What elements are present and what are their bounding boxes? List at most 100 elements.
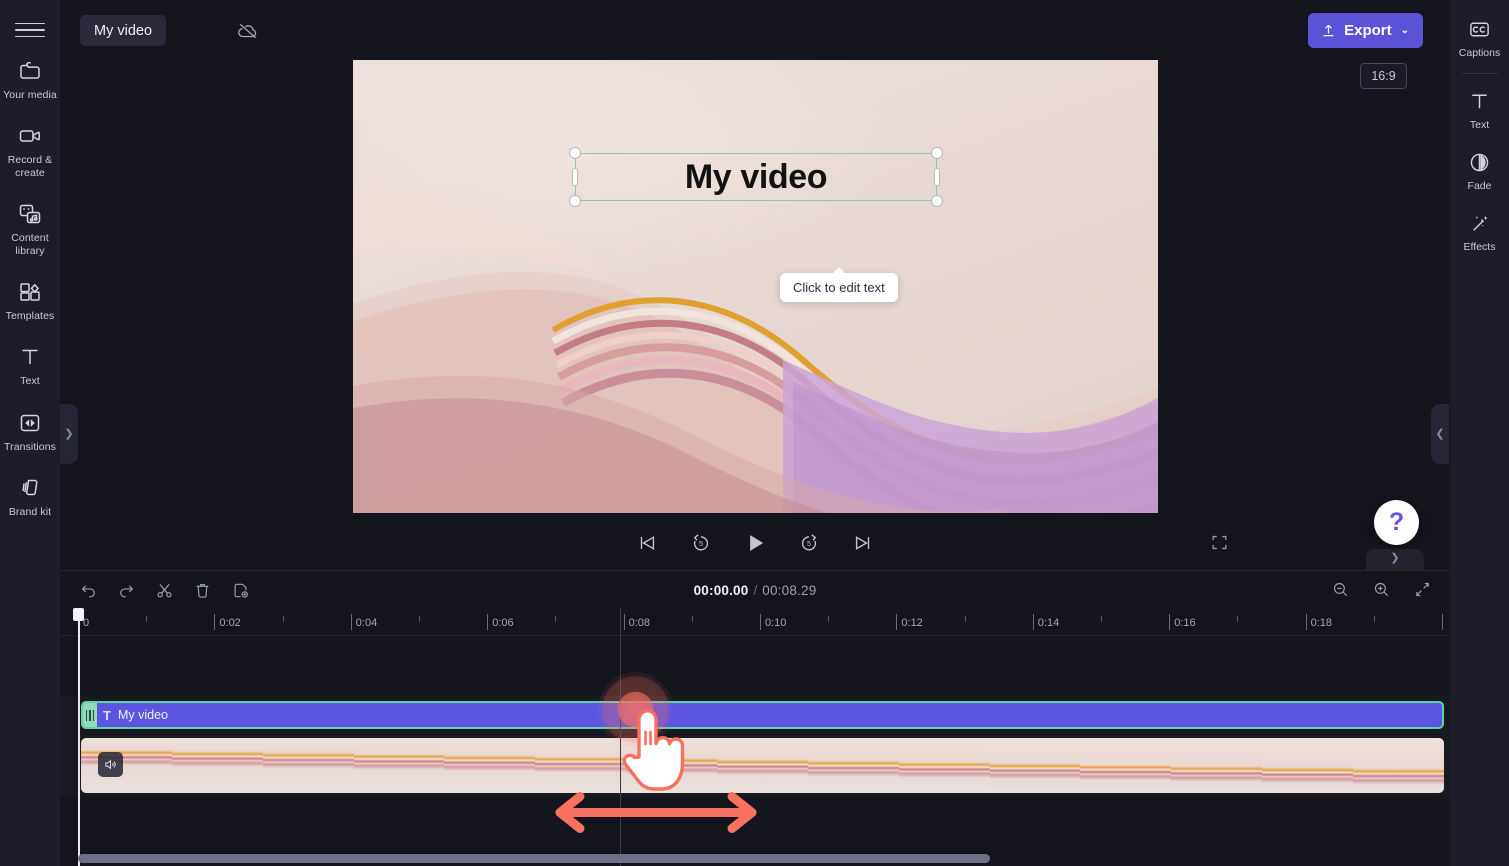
chevron-left-icon: ❮ bbox=[1435, 427, 1445, 440]
timeline-playhead[interactable] bbox=[73, 608, 84, 866]
timeline-clip-text[interactable]: T My video bbox=[81, 701, 1444, 729]
right-item-label: Text bbox=[1469, 119, 1490, 131]
timeline-zoom-controls bbox=[1327, 576, 1436, 603]
time-separator: / bbox=[753, 582, 758, 598]
panel-collapse-chevron[interactable]: ❯ bbox=[1366, 549, 1424, 571]
resize-handle-right[interactable] bbox=[934, 168, 940, 186]
playhead-handle[interactable] bbox=[73, 608, 84, 621]
edit-text-tooltip: Click to edit text bbox=[780, 267, 898, 302]
rewind-5-button[interactable]: 5 bbox=[684, 526, 718, 560]
clip-thumbnail bbox=[1353, 738, 1444, 793]
text-overlay-content: My video bbox=[684, 157, 828, 196]
sidebar-item-content-library[interactable]: Content library bbox=[0, 193, 60, 263]
resize-handle-bottom-left[interactable] bbox=[569, 195, 581, 207]
sidebar-item-label: Transitions bbox=[3, 440, 57, 453]
fit-screen-icon bbox=[1416, 582, 1429, 597]
resize-handle-left[interactable] bbox=[572, 168, 578, 186]
delete-button[interactable] bbox=[189, 577, 216, 604]
right-item-text[interactable]: Text bbox=[1450, 78, 1509, 139]
svg-text:5: 5 bbox=[806, 539, 810, 548]
clip-thumbnail bbox=[171, 738, 263, 793]
clip-thumbnails bbox=[81, 738, 1444, 793]
right-panel-collapse-toggle[interactable]: ❮ bbox=[1431, 404, 1449, 464]
upload-icon bbox=[1323, 24, 1334, 37]
zoom-out-button[interactable] bbox=[1327, 576, 1354, 603]
top-toolbar: My video Export ⌄ bbox=[60, 0, 1450, 60]
sidebar-item-transitions[interactable]: Transitions bbox=[0, 402, 60, 459]
split-button[interactable] bbox=[151, 577, 178, 604]
divider bbox=[1461, 73, 1498, 74]
brand-kit-icon bbox=[17, 475, 43, 501]
right-sidebar: Captions Text Fade Effects bbox=[1450, 0, 1509, 866]
text-overlay-selection[interactable]: My video bbox=[569, 147, 943, 207]
clip-thumbnail bbox=[1171, 738, 1263, 793]
duplicate-button[interactable] bbox=[227, 577, 254, 604]
text-t-icon bbox=[1467, 88, 1493, 114]
fullscreen-button[interactable] bbox=[1202, 525, 1236, 559]
chevron-down-icon: ⌄ bbox=[1400, 25, 1409, 36]
clip-thumbnail bbox=[444, 738, 536, 793]
clip-thumbnail bbox=[1080, 738, 1172, 793]
play-icon bbox=[749, 534, 763, 551]
help-button[interactable]: ? bbox=[1374, 500, 1419, 545]
play-button[interactable] bbox=[738, 526, 772, 560]
clip-thumbnail bbox=[262, 738, 354, 793]
content-library-icon bbox=[17, 201, 43, 227]
total-time: 00:08.29 bbox=[762, 582, 817, 598]
speaker-icon bbox=[105, 759, 116, 770]
left-panel-collapse-toggle[interactable]: ❯ bbox=[60, 404, 78, 464]
resize-handle-top-right[interactable] bbox=[931, 147, 943, 159]
skip-to-end-button[interactable] bbox=[846, 526, 880, 560]
video-canvas[interactable]: My video bbox=[353, 60, 1158, 513]
clip-thumbnail bbox=[807, 738, 899, 793]
redo-button[interactable] bbox=[113, 577, 140, 604]
sidebar-item-label: Templates bbox=[5, 309, 55, 322]
sidebar-item-templates[interactable]: Templates bbox=[0, 271, 60, 328]
sidebar-item-brand-kit[interactable]: Brand kit bbox=[0, 467, 60, 524]
resize-handle-bottom-right[interactable] bbox=[931, 195, 943, 207]
clip-thumbnail bbox=[898, 738, 990, 793]
fit-to-screen-button[interactable] bbox=[1409, 576, 1436, 603]
chevron-right-icon: ❯ bbox=[64, 427, 74, 440]
clip-thumbnail bbox=[1262, 738, 1354, 793]
sidebar-item-text[interactable]: Text bbox=[0, 336, 60, 393]
clip-thumbnail bbox=[353, 738, 445, 793]
zoom-in-button[interactable] bbox=[1368, 576, 1395, 603]
right-item-fade[interactable]: Fade bbox=[1450, 139, 1509, 200]
trash-icon bbox=[196, 584, 209, 598]
player-controls: 5 5 bbox=[78, 520, 1431, 565]
svg-text:5: 5 bbox=[698, 539, 702, 548]
undo-button[interactable] bbox=[75, 577, 102, 604]
hamburger-icon[interactable] bbox=[15, 18, 45, 42]
timeline-horizontal-scrollbar[interactable] bbox=[78, 854, 990, 863]
sidebar-item-label: Record & create bbox=[7, 154, 53, 179]
skip-to-start-button[interactable] bbox=[630, 526, 664, 560]
right-item-captions[interactable]: Captions bbox=[1450, 6, 1509, 67]
project-title[interactable]: My video bbox=[80, 15, 167, 46]
forward-5-icon: 5 bbox=[801, 533, 816, 550]
forward-5-button[interactable]: 5 bbox=[792, 526, 826, 560]
fade-circle-icon bbox=[1467, 149, 1493, 175]
right-item-effects[interactable]: Effects bbox=[1450, 200, 1509, 261]
time-display: 00:00.00 / 00:08.29 bbox=[60, 571, 1450, 609]
sidebar-item-label: Content library bbox=[11, 232, 49, 257]
right-item-label: Fade bbox=[1467, 180, 1492, 192]
clip-trim-handle-left[interactable] bbox=[83, 703, 97, 727]
clip-volume-button[interactable] bbox=[98, 752, 123, 777]
aspect-ratio-badge[interactable]: 16:9 bbox=[1360, 63, 1407, 89]
decorative-wave-graphic bbox=[353, 60, 1158, 513]
resize-handle-top-left[interactable] bbox=[569, 147, 581, 159]
clip-label: My video bbox=[117, 708, 168, 722]
timeline[interactable]: 0 0:02 0:04 0:06 0:08 0:10 0:12 0:14 0:16 0:18 T … bbox=[60, 608, 1450, 866]
cloud-offline-icon[interactable] bbox=[230, 15, 266, 46]
export-button[interactable]: Export ⌄ bbox=[1308, 13, 1423, 48]
export-label: Export bbox=[1344, 22, 1392, 39]
timeline-clip-video[interactable] bbox=[81, 738, 1444, 793]
clip-thumbnail bbox=[626, 738, 718, 793]
timeline-ruler[interactable]: 0 0:02 0:04 0:06 0:08 0:10 0:12 0:14 0:16 0:18 bbox=[60, 608, 1450, 636]
redo-arrow-icon bbox=[120, 585, 134, 598]
sidebar-item-record-create[interactable]: Record & create bbox=[0, 115, 60, 185]
sidebar-item-your-media[interactable]: Your media bbox=[0, 50, 60, 107]
zoom-out-icon bbox=[1333, 582, 1348, 597]
sidebar-item-label: Text bbox=[20, 375, 40, 388]
